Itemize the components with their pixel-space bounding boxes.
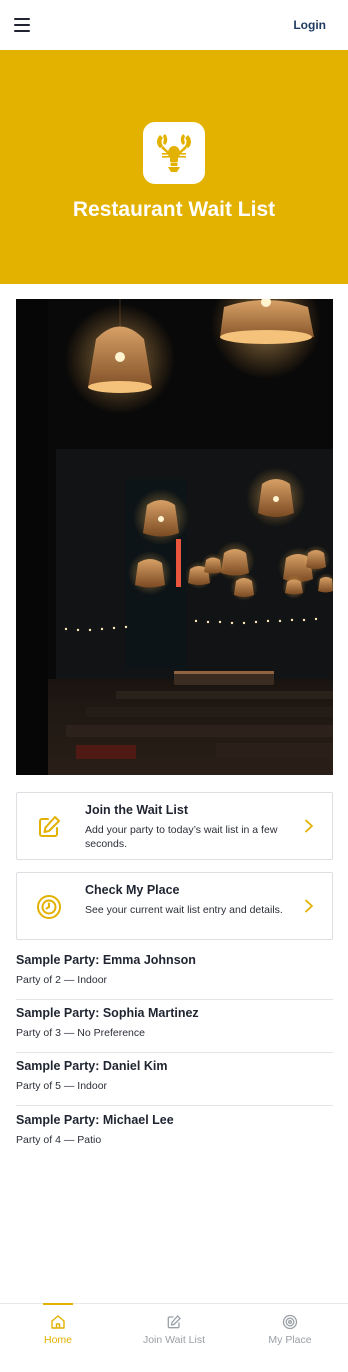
party-detail: Party of 4 — Patio <box>16 1134 102 1146</box>
hero-title: Restaurant Wait List <box>72 198 276 221</box>
party-detail: Party of 2 — Indoor <box>16 974 108 986</box>
restaurant-photo <box>16 299 333 775</box>
party-name: Sample Party: Sophia Martinez <box>16 1006 199 1020</box>
edit-pencil-icon <box>167 1315 181 1329</box>
hero-banner: Restaurant Wait List <box>0 50 348 284</box>
nav-home[interactable]: Home <box>0 1303 116 1372</box>
top-bar: Login <box>0 0 348 50</box>
check-my-place-card[interactable]: Check My Place See your current wait lis… <box>16 872 333 940</box>
list-item[interactable]: Sample Party: Daniel Kim Party of 5 — In… <box>16 1053 333 1106</box>
login-link[interactable]: Login <box>293 18 326 32</box>
active-tab-indicator <box>43 1303 73 1305</box>
list-item[interactable]: Sample Party: Sophia Martinez Party of 3… <box>16 1000 333 1053</box>
list-item[interactable]: Sample Party: Michael Lee Party of 4 — P… <box>16 1107 333 1160</box>
party-name: Sample Party: Emma Johnson <box>16 953 196 967</box>
nav-join-wait-list[interactable]: Join Wait List <box>116 1304 232 1372</box>
party-name: Sample Party: Michael Lee <box>16 1113 174 1127</box>
nav-label: Join Wait List <box>142 1334 206 1346</box>
edit-pencil-icon <box>39 816 60 837</box>
lobster-logo-icon <box>157 134 191 172</box>
clock-icon <box>37 895 61 919</box>
chevron-right-icon <box>305 819 313 833</box>
party-detail: Party of 3 — No Preference <box>16 1027 145 1039</box>
nav-my-place[interactable]: My Place <box>232 1304 348 1372</box>
card-description: See your current wait list entry and det… <box>85 904 283 916</box>
bottom-nav: Home Join Wait List My Place <box>0 1303 348 1372</box>
join-wait-list-card[interactable]: Join the Wait List Add your party to tod… <box>16 792 333 860</box>
list-item[interactable]: Sample Party: Emma Johnson Party of 2 — … <box>16 947 333 1000</box>
hamburger-menu-icon[interactable] <box>14 18 30 32</box>
target-icon <box>282 1314 298 1330</box>
party-name: Sample Party: Daniel Kim <box>16 1059 168 1073</box>
card-title: Join the Wait List <box>85 803 189 817</box>
card-description: Add your party to today’s wait list in a… <box>85 824 278 850</box>
nav-label: Home <box>43 1334 72 1346</box>
chevron-right-icon <box>305 899 313 913</box>
card-title: Check My Place <box>85 883 180 897</box>
home-icon <box>51 1315 65 1329</box>
nav-label: My Place <box>268 1334 312 1346</box>
app-logo <box>143 122 205 184</box>
party-detail: Party of 5 — Indoor <box>16 1080 108 1092</box>
